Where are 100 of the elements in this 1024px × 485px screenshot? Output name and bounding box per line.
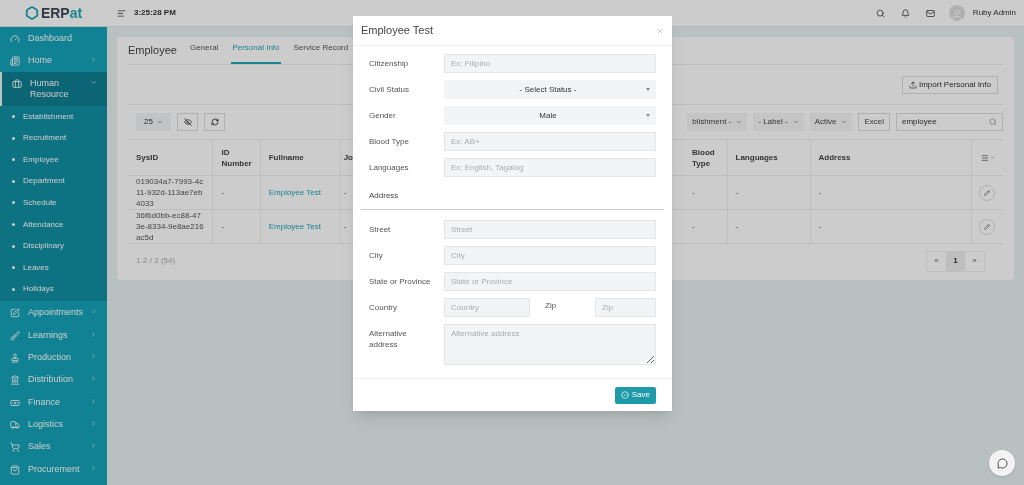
search-field[interactable]: employee bbox=[896, 113, 1003, 131]
text-area[interactable]: Alternative address bbox=[444, 324, 656, 365]
sidebar-subitem[interactable]: Attendance bbox=[0, 213, 107, 236]
sidebar-subitem[interactable]: Department bbox=[0, 170, 107, 193]
column-header: SysID bbox=[128, 139, 213, 176]
tab[interactable]: Personal Info bbox=[231, 42, 281, 64]
chevron-right-icon bbox=[90, 464, 97, 472]
bullet-icon bbox=[12, 179, 15, 183]
sidebar-item[interactable]: Logistics bbox=[0, 413, 107, 436]
sidebar-subitem[interactable]: Leaves bbox=[0, 256, 107, 279]
chat-icon bbox=[996, 457, 1008, 469]
tab[interactable]: Service Record bbox=[292, 42, 350, 64]
table-cell: 36f6d0bb-ec88-473e-8334-9e8ae216ac5d bbox=[128, 209, 213, 244]
name-link[interactable]: Employee Test bbox=[260, 175, 341, 210]
sidebar-item[interactable]: Learnings bbox=[0, 323, 107, 346]
page-button[interactable]: » bbox=[965, 251, 984, 271]
logo-icon bbox=[24, 6, 39, 20]
mail-icon[interactable] bbox=[925, 8, 935, 18]
sidebar-item[interactable]: Procurement bbox=[0, 457, 107, 481]
brush-icon bbox=[10, 330, 20, 341]
text-field[interactable]: Zip bbox=[595, 298, 656, 317]
sidebar-subitem[interactable]: Establishment bbox=[0, 105, 107, 128]
column-visibility-button[interactable] bbox=[177, 113, 198, 131]
text-field[interactable]: Country bbox=[444, 298, 530, 317]
text-field[interactable]: Ex: AB+ bbox=[444, 132, 656, 151]
import-button[interactable]: Import Personal Info bbox=[901, 75, 998, 94]
chevron-down-icon bbox=[841, 119, 848, 125]
sidebar-item[interactable]: Finance bbox=[0, 390, 107, 414]
bank-icon bbox=[10, 375, 20, 386]
page-button[interactable]: 1 bbox=[946, 251, 965, 271]
logo: ERPat bbox=[40, 3, 83, 23]
search-icon[interactable] bbox=[875, 8, 885, 18]
sidebar-item[interactable]: Dashboard bbox=[0, 27, 107, 50]
caret-icon bbox=[646, 88, 650, 91]
filter-select[interactable]: - Label - bbox=[753, 113, 804, 131]
save-button[interactable]: Save bbox=[614, 386, 656, 404]
chat-button[interactable] bbox=[989, 450, 1015, 476]
table-cell: - bbox=[810, 175, 972, 210]
field-label: Blood Type bbox=[369, 136, 410, 147]
column-header: ID Number bbox=[212, 139, 261, 176]
eye-off-icon bbox=[183, 118, 192, 126]
field-label: Alternative address bbox=[369, 328, 408, 350]
sidebar-item[interactable]: Human Resource bbox=[0, 71, 107, 106]
text-field[interactable]: City bbox=[444, 246, 656, 265]
sidebar-item[interactable]: Sales bbox=[0, 435, 107, 458]
search-icon bbox=[989, 118, 997, 126]
refresh-button[interactable] bbox=[204, 113, 225, 131]
filter-select[interactable]: Active bbox=[809, 113, 853, 131]
chevron-right-icon bbox=[90, 397, 97, 405]
chevron-down-icon bbox=[736, 119, 743, 125]
column-header: Fullname bbox=[260, 139, 341, 176]
bell-icon[interactable] bbox=[900, 8, 910, 18]
text-field[interactable]: Ex: Filipino bbox=[444, 54, 656, 73]
select-field[interactable]: Male bbox=[444, 106, 656, 125]
sidebar-item[interactable]: Production bbox=[0, 345, 107, 369]
edit-icon bbox=[10, 308, 20, 319]
menu-icon[interactable] bbox=[117, 8, 126, 18]
section-title: Address bbox=[368, 191, 399, 200]
sidebar-subitem[interactable]: Employee bbox=[0, 148, 107, 171]
sidebar-item[interactable]: Home bbox=[0, 49, 107, 72]
sidebar-subitem[interactable]: Holidays bbox=[0, 278, 107, 301]
record-summary: 1-2 / 2 (54) bbox=[136, 255, 176, 267]
field-label: Zip bbox=[544, 300, 558, 312]
bullet-icon bbox=[12, 158, 15, 162]
name-link[interactable]: Employee Test bbox=[260, 209, 341, 244]
bullet-icon bbox=[12, 244, 15, 248]
user-menu[interactable]: Ruby Admin bbox=[972, 7, 1016, 19]
clock: 3:25:28 PM bbox=[134, 7, 176, 19]
table-cell: - bbox=[727, 209, 810, 244]
check-icon bbox=[620, 391, 629, 399]
sidebar-item[interactable]: Distribution bbox=[0, 368, 107, 391]
bag-icon bbox=[10, 464, 20, 475]
chevron-right-icon bbox=[90, 420, 97, 428]
field-label: City bbox=[369, 250, 384, 261]
text-field[interactable]: State or Province bbox=[444, 272, 656, 291]
chevron-right-icon bbox=[90, 352, 97, 360]
stamp-icon bbox=[10, 352, 20, 363]
page-title: Employee bbox=[128, 42, 177, 58]
pencil-icon bbox=[984, 189, 991, 196]
text-field[interactable]: Ex: English, Tagalog bbox=[444, 158, 656, 177]
select-field[interactable]: - Select Status - bbox=[444, 80, 656, 99]
text-field[interactable]: Street bbox=[444, 220, 656, 239]
sidebar-subitem[interactable]: Schedule bbox=[0, 192, 107, 214]
sidebar-subitem[interactable]: Disciplinary bbox=[0, 235, 107, 257]
chevron-right-icon bbox=[91, 308, 97, 316]
modal-title: Employee Test bbox=[361, 23, 434, 39]
field-label: Gender bbox=[369, 110, 397, 121]
field-label: Civil Status bbox=[369, 84, 410, 95]
column-header: Address bbox=[810, 139, 972, 176]
sidebar-subitem[interactable]: Recruitment bbox=[0, 127, 107, 149]
chevron-down-icon bbox=[90, 78, 97, 86]
chevron-right-icon bbox=[90, 330, 97, 338]
excel-button[interactable]: Excel bbox=[858, 113, 890, 131]
tab[interactable]: General bbox=[188, 42, 220, 64]
page-size-select[interactable]: 25 bbox=[136, 113, 171, 131]
newspaper-icon bbox=[10, 56, 20, 67]
bullet-icon bbox=[12, 287, 15, 291]
sidebar-item[interactable]: Appointments bbox=[0, 301, 107, 324]
page-button[interactable]: « bbox=[927, 251, 946, 271]
filter-select[interactable]: blishment - bbox=[687, 113, 748, 131]
